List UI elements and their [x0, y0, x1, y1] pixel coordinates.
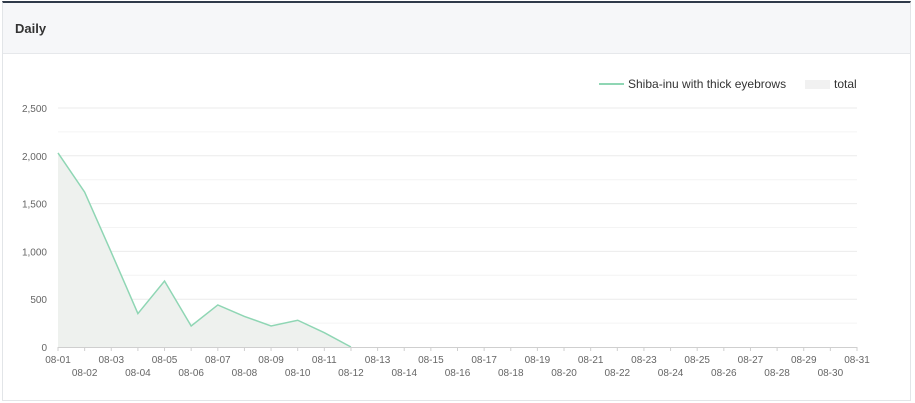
x-tick-label: 08-24 — [658, 368, 684, 379]
x-tick-label: 08-26 — [711, 368, 737, 379]
x-tick-label: 08-16 — [445, 368, 471, 379]
x-tick-label: 08-23 — [631, 355, 657, 366]
x-tick-label: 08-29 — [791, 355, 817, 366]
x-tick-label: 08-15 — [418, 355, 444, 366]
legend-label-series: Shiba-inu with thick eyebrows — [628, 77, 786, 91]
x-tick-label: 08-09 — [258, 355, 284, 366]
x-tick-label: 08-04 — [125, 368, 151, 379]
x-tick-label: 08-11 — [312, 355, 337, 366]
x-tick-label: 08-13 — [365, 355, 391, 366]
y-tick-label: 2,500 — [22, 104, 47, 115]
x-tick-label: 08-20 — [551, 368, 577, 379]
x-tick-label: 08-17 — [471, 355, 497, 366]
daily-chart: 05001,0001,5002,0002,50008-0108-0208-030… — [22, 77, 870, 379]
y-tick-label: 1,000 — [22, 247, 47, 258]
grid-lines — [58, 107, 857, 324]
y-tick-label: 0 — [41, 343, 47, 354]
y-tick-label: 500 — [30, 295, 47, 306]
x-tick-label: 08-19 — [525, 355, 551, 366]
legend[interactable]: Shiba-inu with thick eyebrows total — [599, 77, 857, 91]
x-tick-label: 08-12 — [338, 368, 364, 379]
x-tick-label: 08-18 — [498, 368, 524, 379]
x-tick-label: 08-22 — [605, 368, 631, 379]
x-tick-label: 08-31 — [844, 355, 870, 366]
x-tick-label: 08-14 — [391, 368, 417, 379]
total-area — [58, 152, 857, 347]
x-tick-label: 08-02 — [72, 368, 98, 379]
y-tick-label: 1,500 — [22, 200, 47, 211]
x-tick-label: 08-08 — [232, 368, 258, 379]
y-tick-label: 2,000 — [22, 152, 47, 163]
x-tick-label: 08-07 — [205, 355, 231, 366]
x-tick-label: 08-06 — [178, 368, 204, 379]
legend-area-swatch — [805, 80, 830, 89]
x-tick-label: 08-01 — [45, 355, 71, 366]
x-tick-label: 08-21 — [578, 355, 604, 366]
x-tick-label: 08-30 — [818, 368, 844, 379]
x-tick-label: 08-28 — [764, 368, 790, 379]
legend-label-total: total — [834, 77, 857, 91]
total-area-layer — [58, 152, 857, 347]
x-tick-label: 08-05 — [152, 355, 178, 366]
x-tick-label: 08-27 — [738, 355, 764, 366]
x-tick-label: 08-10 — [285, 368, 311, 379]
x-tick-label: 08-25 — [684, 355, 710, 366]
x-tick-label: 08-03 — [98, 355, 124, 366]
